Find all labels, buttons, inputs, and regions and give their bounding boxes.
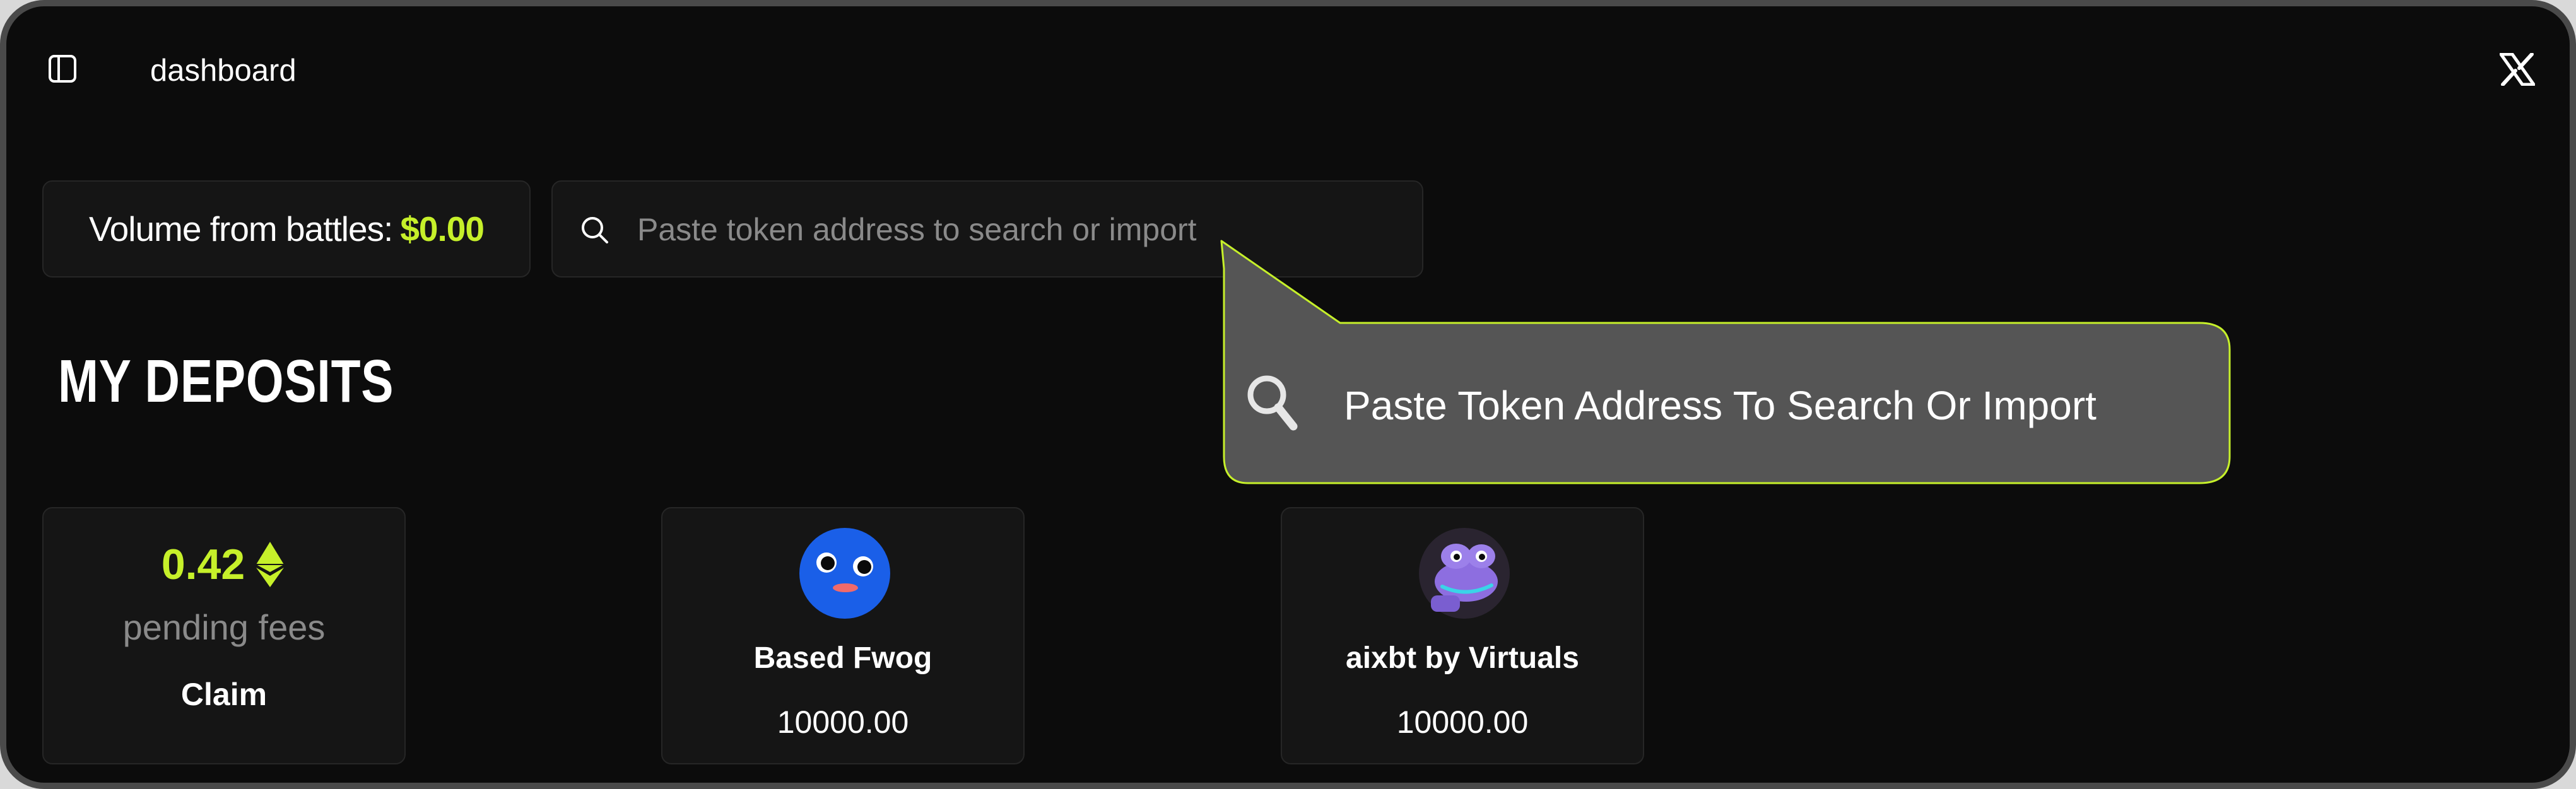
tooltip-text: Paste Token Address To Search Or Import <box>1344 383 2097 428</box>
fees-label: pending fees <box>122 607 326 647</box>
pending-fees-card: 0.42 pending fees Claim <box>42 507 406 764</box>
magnifier-icon <box>1247 375 1298 431</box>
blue-frog-avatar <box>799 528 890 619</box>
volume-stat: Volume from battles: $0.00 <box>42 180 531 278</box>
app-window: dashboard Volume from battles: $0.00 MY … <box>0 0 2576 789</box>
token-card[interactable]: aixbt by Virtuals 10000.00 <box>1281 507 1644 764</box>
token-amount: 10000.00 <box>777 704 909 740</box>
purple-frog-avatar <box>1419 528 1510 619</box>
volume-label: Volume from battles: <box>89 209 393 248</box>
token-card[interactable]: Based Fwog 10000.00 <box>661 507 1025 764</box>
token-name: aixbt by Virtuals <box>1346 641 1579 675</box>
claim-button[interactable]: Claim <box>44 676 404 713</box>
token-amount: 10000.00 <box>1396 704 1529 740</box>
search-tooltip <box>1220 240 2231 484</box>
deposits-heading: MY DEPOSITS <box>58 348 394 415</box>
page-title: dashboard <box>150 54 297 88</box>
fees-value: 0.42 <box>161 541 245 588</box>
search-icon <box>582 217 608 243</box>
fees-row: 0.42 <box>44 540 404 589</box>
sidebar-toggle-icon[interactable] <box>48 54 77 83</box>
volume-value: $0.00 <box>400 209 485 248</box>
token-name: Based Fwog <box>753 641 932 675</box>
ethereum-icon <box>256 542 285 587</box>
x-logo-icon[interactable] <box>2499 52 2536 86</box>
